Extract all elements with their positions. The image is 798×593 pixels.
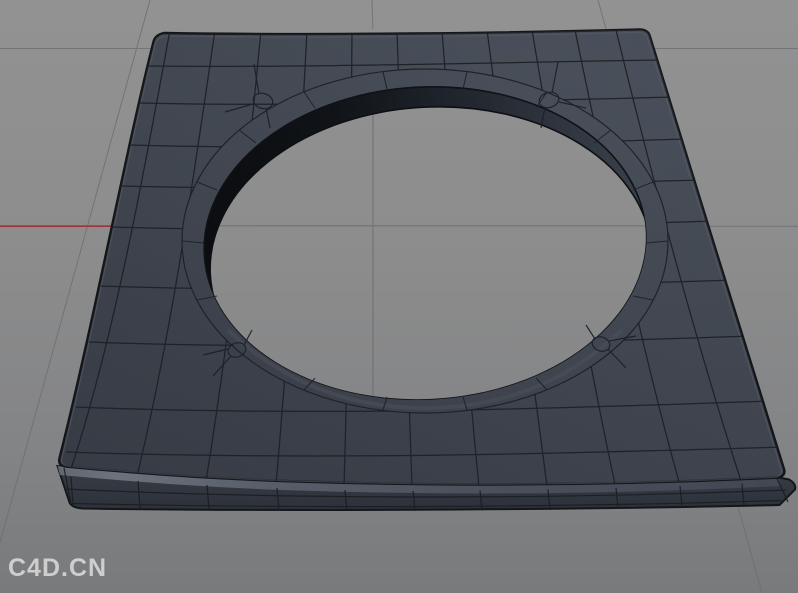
3d-viewport[interactable]: C4D.CN (0, 0, 798, 593)
viewport-canvas[interactable] (0, 0, 798, 593)
watermark-label: C4D.CN (8, 554, 108, 582)
